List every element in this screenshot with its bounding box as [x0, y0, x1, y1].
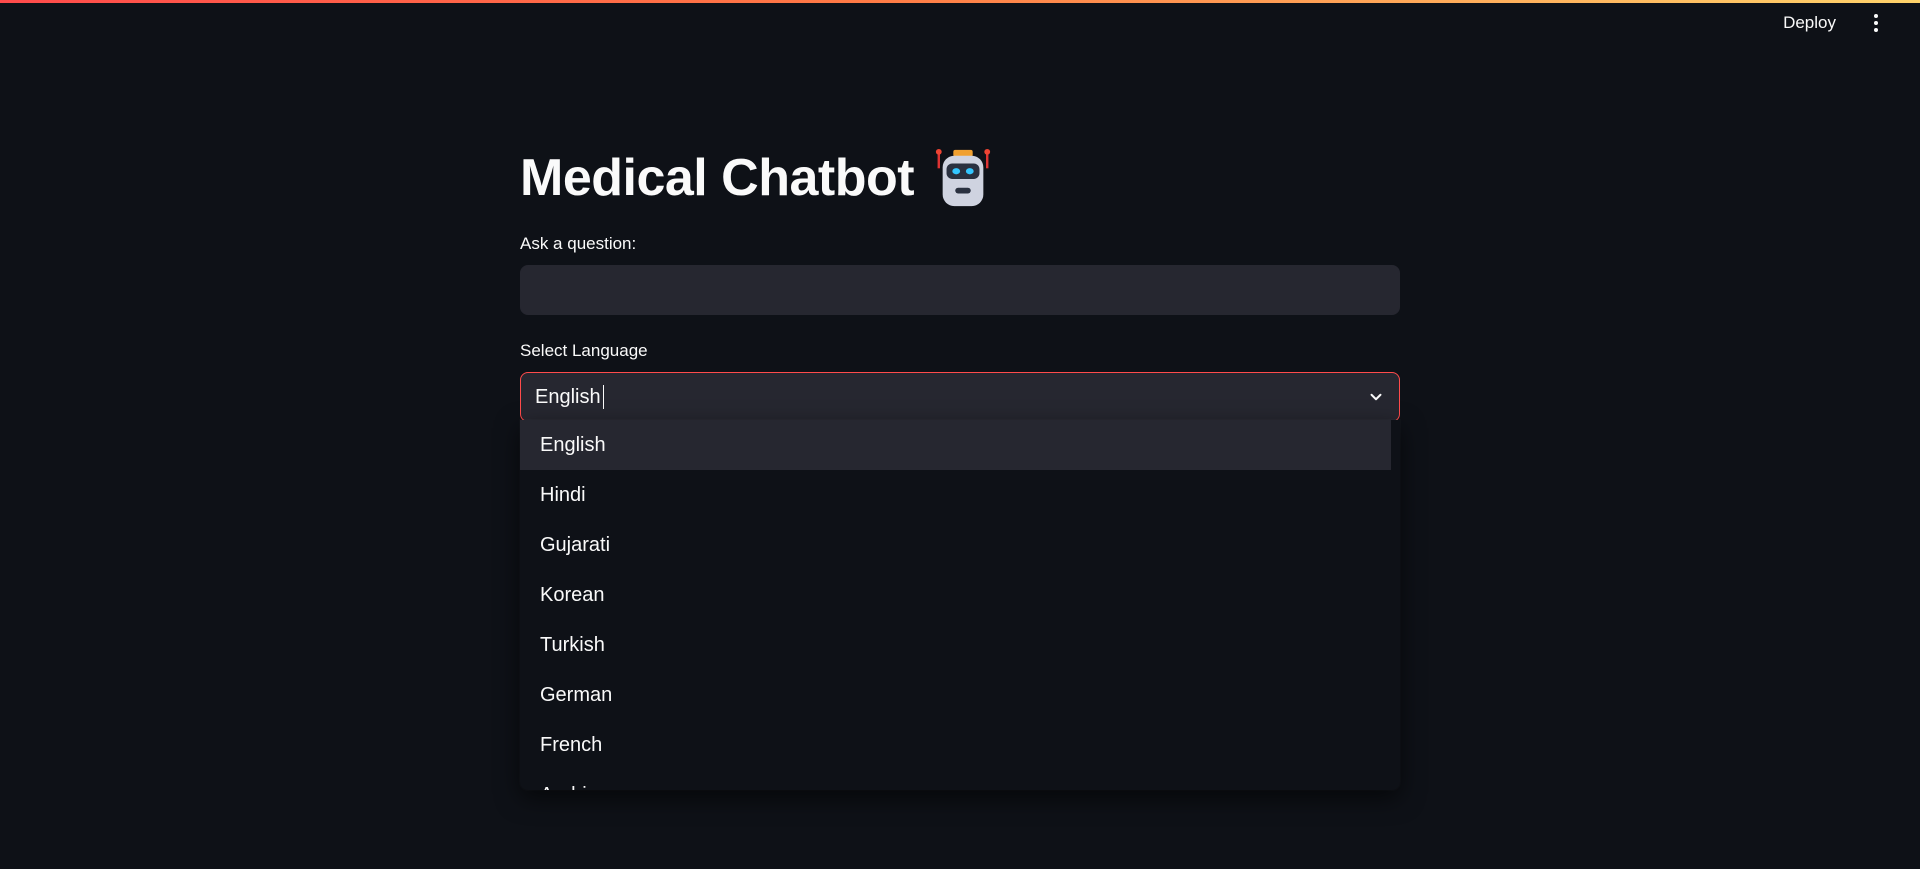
- app-header: Deploy: [0, 3, 1920, 87]
- language-option-turkish[interactable]: Turkish: [520, 620, 1391, 670]
- language-option-french[interactable]: French: [520, 720, 1391, 770]
- question-input[interactable]: [520, 265, 1400, 315]
- language-dropdown-list: English Hindi Gujarati Korean Turkish Ge…: [520, 420, 1400, 790]
- page-title: Medical Chatbot: [520, 149, 915, 207]
- language-option-german[interactable]: German: [520, 670, 1391, 720]
- language-select-value-wrap: English: [535, 385, 605, 409]
- language-selected-value: English: [535, 385, 601, 408]
- text-cursor: [602, 385, 605, 409]
- menu-dot: [1874, 14, 1878, 18]
- menu-dot: [1874, 28, 1878, 32]
- language-option-english[interactable]: English: [520, 420, 1391, 470]
- language-option-hindi[interactable]: Hindi: [520, 470, 1391, 520]
- question-label: Ask a question:: [520, 234, 637, 253]
- language-option-gujarati[interactable]: Gujarati: [520, 520, 1391, 570]
- more-vertical-icon[interactable]: [1860, 7, 1892, 39]
- deploy-button[interactable]: Deploy: [1769, 5, 1850, 41]
- robot-icon: [935, 148, 991, 207]
- title-row: Medical Chatbot: [520, 140, 1400, 216]
- chevron-down-icon[interactable]: [1367, 388, 1385, 406]
- menu-dot: [1874, 21, 1878, 25]
- language-label: Select Language: [520, 341, 648, 360]
- language-option-korean[interactable]: Korean: [520, 570, 1391, 620]
- language-select[interactable]: English: [520, 372, 1400, 422]
- language-option-arabic[interactable]: Arabic: [520, 770, 1391, 791]
- main-content: Medical Chatbot Ask a question: Select L…: [520, 140, 1400, 790]
